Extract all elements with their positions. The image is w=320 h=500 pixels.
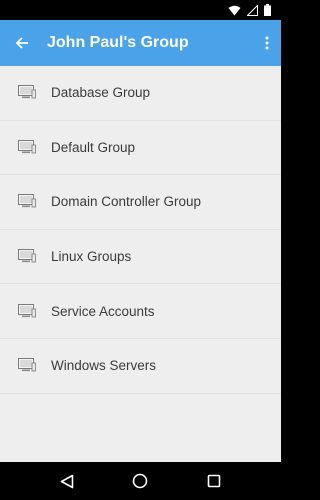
list-item[interactable]: Linux Groups bbox=[0, 230, 281, 285]
computer-monitor-icon bbox=[17, 358, 36, 372]
group-list: Database Group Default Group Domain Contro… bbox=[0, 66, 281, 462]
nav-home-button[interactable] bbox=[128, 469, 152, 493]
computer-icon-container bbox=[0, 358, 51, 373]
more-vert-icon bbox=[265, 36, 269, 50]
computer-monitor-icon bbox=[17, 303, 36, 318]
status-bar bbox=[0, 0, 281, 20]
list-item[interactable]: Domain Controller Group bbox=[0, 175, 281, 230]
signal-icon bbox=[247, 4, 258, 16]
arrow-back-icon bbox=[15, 37, 28, 49]
computer-monitor-icon bbox=[17, 139, 36, 154]
wifi-icon bbox=[228, 5, 241, 15]
circle-home-icon bbox=[133, 473, 148, 489]
group-label: Domain Controller Group bbox=[51, 194, 202, 210]
list-item[interactable]: Service Accounts bbox=[0, 284, 281, 339]
group-label: Database Group bbox=[51, 85, 151, 101]
back-button[interactable] bbox=[0, 20, 44, 66]
group-label: Windows Servers bbox=[51, 358, 157, 374]
computer-icon-container bbox=[0, 139, 51, 155]
group-label: Linux Groups bbox=[51, 249, 132, 265]
group-label: Default Group bbox=[51, 139, 136, 155]
computer-monitor-icon bbox=[17, 85, 36, 99]
square-recents-icon bbox=[207, 474, 221, 488]
computer-monitor-icon bbox=[17, 194, 36, 208]
computer-monitor-icon bbox=[17, 249, 36, 263]
computer-icon-container bbox=[0, 85, 51, 100]
nav-back-button[interactable] bbox=[55, 469, 79, 493]
computer-icon-container bbox=[0, 194, 51, 209]
battery-icon bbox=[264, 4, 271, 16]
app-bar: John Paul's Group bbox=[0, 20, 281, 66]
group-label: Service Accounts bbox=[51, 303, 155, 319]
overflow-menu-button[interactable] bbox=[253, 20, 281, 66]
list-item[interactable]: Default Group bbox=[0, 121, 281, 176]
list-item[interactable]: Database Group bbox=[0, 66, 281, 121]
nav-recents-button[interactable] bbox=[202, 469, 226, 493]
computer-icon-container bbox=[0, 303, 51, 319]
page-title: John Paul's Group bbox=[47, 34, 189, 51]
triangle-back-icon bbox=[60, 474, 74, 488]
list-item[interactable]: Windows Servers bbox=[0, 339, 281, 394]
navigation-bar bbox=[0, 462, 281, 500]
computer-icon-container bbox=[0, 249, 51, 264]
